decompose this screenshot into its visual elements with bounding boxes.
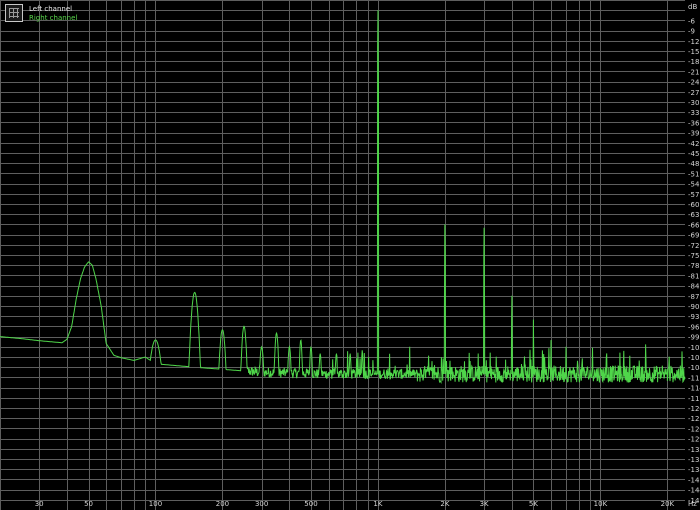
y-tick-label: -90	[688, 303, 699, 311]
y-tick-label: -18	[688, 58, 699, 66]
y-tick-label: -120	[688, 405, 700, 413]
y-tick-label: -21	[688, 68, 699, 76]
y-tick-label: -99	[688, 334, 699, 342]
legend-left-channel: Left channel	[29, 5, 73, 13]
x-tick-label: 30	[35, 500, 44, 508]
x-tick-label: 300	[255, 500, 268, 508]
x-tick-label: 100	[149, 500, 162, 508]
y-tick-label: -81	[688, 272, 699, 280]
y-tick-label: -102	[688, 344, 700, 352]
y-tick-label: -138	[688, 466, 700, 474]
x-tick-label: 10K	[594, 500, 608, 508]
y-tick-label: -66	[688, 221, 700, 229]
spectrum-plot: 30 50 100 200 300 500 1K 2K 3K 5K 10K 20K Hz dB-6-9-…	[0, 0, 700, 510]
y-tick-label: -126	[688, 425, 700, 433]
x-tick-label: 500	[304, 500, 317, 508]
x-tick-label: 50	[84, 500, 93, 508]
y-tick-label: -144	[688, 487, 700, 495]
legend-right-channel: Right channel	[29, 14, 78, 22]
y-tick-label: -93	[688, 313, 699, 321]
x-tick-label: 2K	[440, 500, 449, 508]
y-tick-label: -147	[688, 497, 700, 505]
y-tick-label: -75	[688, 252, 699, 260]
grid	[0, 0, 685, 510]
y-tick-label: -105	[688, 354, 700, 362]
y-tick-label: -51	[688, 170, 699, 178]
y-tick-label: -48	[688, 160, 699, 168]
x-tick-label: 3K	[480, 500, 489, 508]
y-tick-label: -129	[688, 436, 700, 444]
y-tick-label: -30	[688, 99, 699, 107]
y-tick-label: -108	[688, 364, 700, 372]
y-tick-label: -69	[688, 232, 699, 240]
y-tick-label: -27	[688, 89, 699, 97]
y-tick-label: -12	[688, 38, 699, 46]
grid-toggle-icon[interactable]	[5, 4, 23, 22]
y-tick-label: -132	[688, 446, 700, 454]
y-tick-labels: dB -6 -9 -12 -15 -18 -21 -24 -27 -30 -33 -36 -39 -42 -…	[688, 3, 700, 505]
y-tick-label: -117	[688, 395, 700, 403]
y-tick-label: -36	[688, 119, 700, 127]
x-tick-label: 5K	[529, 500, 538, 508]
y-tick-label: -54	[688, 181, 700, 189]
y-tick-label: -42	[688, 140, 699, 148]
x-tick-label: 20K	[661, 500, 675, 508]
y-tick-label: -9	[688, 28, 695, 36]
y-tick-label: -87	[688, 293, 699, 301]
y-tick-label: -72	[688, 242, 699, 250]
y-tick-label: -15	[688, 48, 699, 56]
y-tick-label: -39	[688, 130, 699, 138]
y-tick-label: -33	[688, 109, 699, 117]
y-tick-label: -45	[688, 150, 699, 158]
y-tick-label: -111	[688, 374, 700, 382]
y-unit-label: dB	[688, 3, 697, 11]
y-tick-label: -63	[688, 211, 699, 219]
y-tick-label: -24	[688, 79, 700, 87]
y-tick-label: -114	[688, 385, 700, 393]
x-tick-label: 200	[216, 500, 229, 508]
y-tick-label: -57	[688, 191, 699, 199]
y-tick-label: -78	[688, 262, 699, 270]
legend[interactable]: Left channel Right channel	[4, 3, 94, 25]
y-tick-label: -135	[688, 456, 700, 464]
y-tick-label: -6	[688, 17, 696, 25]
y-tick-label: -141	[688, 476, 700, 484]
y-tick-label: -84	[688, 283, 700, 291]
y-tick-label: -123	[688, 415, 700, 423]
y-tick-label: -60	[688, 201, 699, 209]
y-tick-label: -96	[688, 323, 700, 331]
x-tick-label: 1K	[373, 500, 382, 508]
